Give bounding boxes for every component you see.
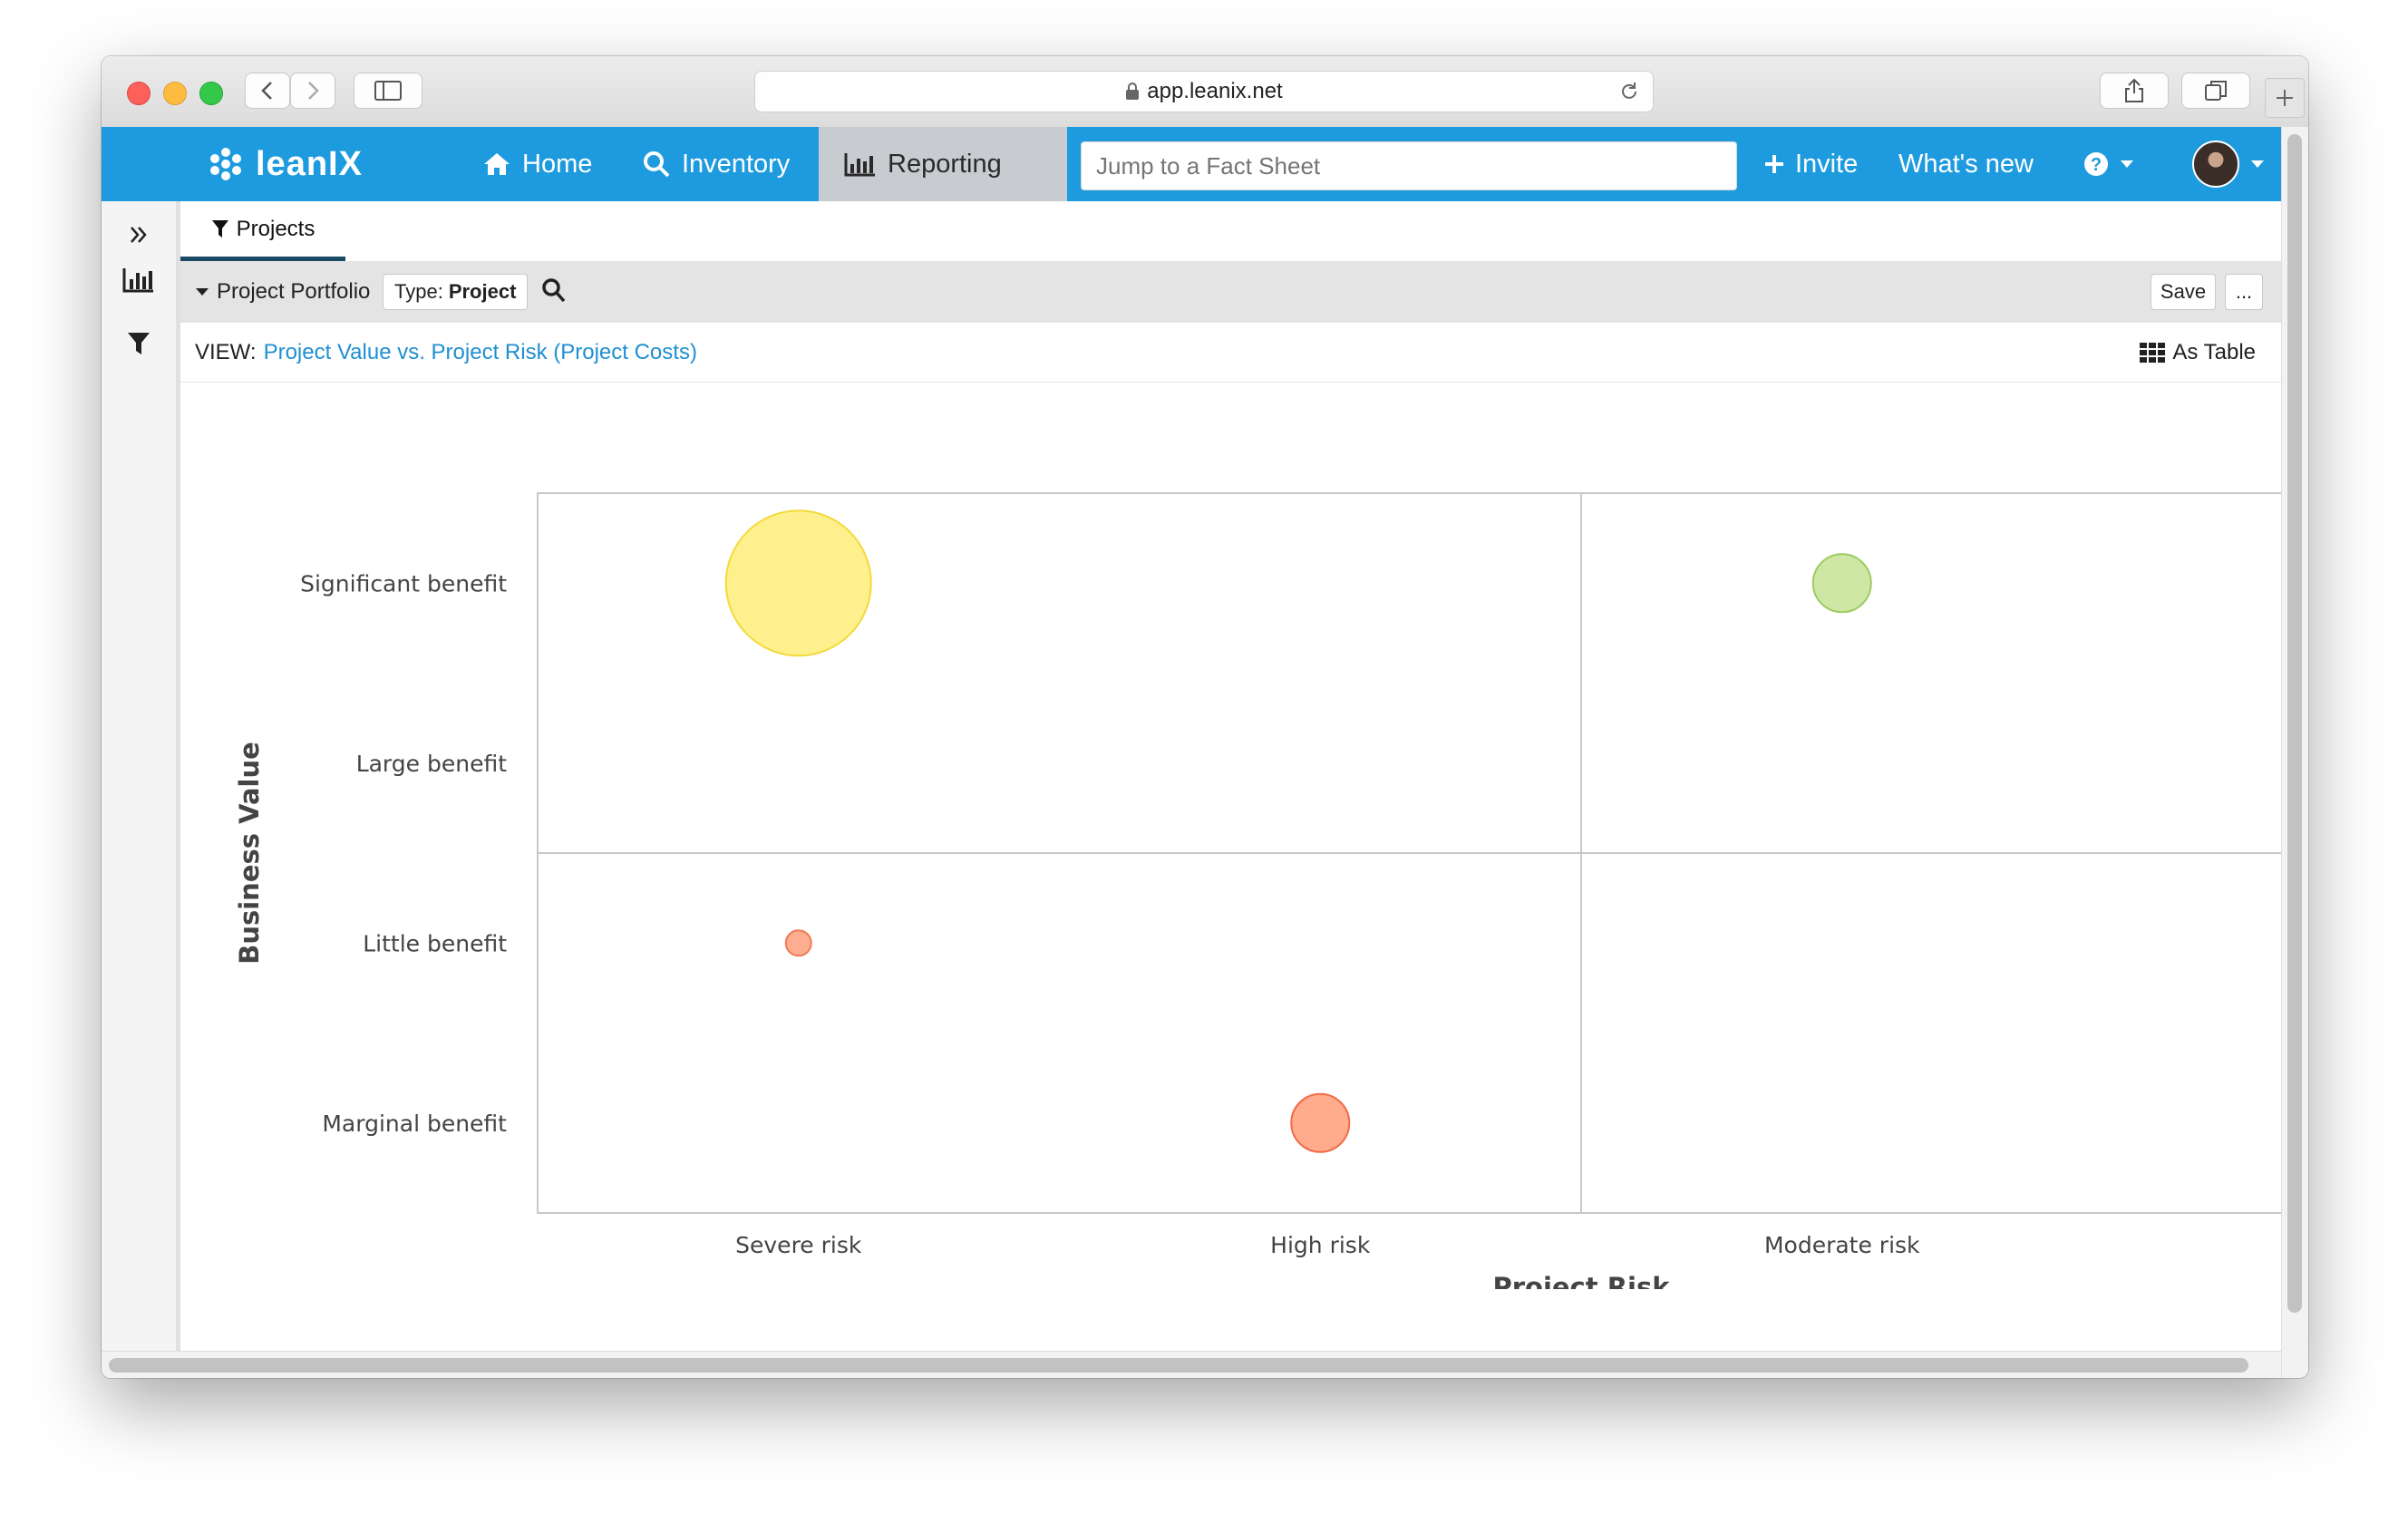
bubble-point[interactable]	[784, 929, 812, 957]
reports-button[interactable]	[121, 263, 156, 297]
nav-reporting-label: Reporting	[888, 149, 1002, 179]
report-toolbar: Project Portfolio Type: Project Save ...	[180, 261, 2281, 323]
y-tick-label: Marginal benefit	[322, 1111, 507, 1137]
horizontal-scrollbar[interactable]	[102, 1351, 2281, 1378]
main-content: Projects Project Portfolio Type: Project…	[180, 201, 2308, 1351]
as-table-button[interactable]: As Table	[2140, 323, 2256, 383]
leanix-logo-icon	[210, 148, 241, 180]
plus-icon	[2277, 90, 2293, 106]
view-title: VIEW: Project Value vs. Project Risk (Pr…	[195, 323, 697, 383]
view-name-link[interactable]: Project Value vs. Project Risk (Project …	[264, 340, 697, 365]
y-tick-label: Large benefit	[356, 751, 508, 777]
close-window-button[interactable]	[127, 82, 150, 105]
fact-sheet-search-input[interactable]	[1081, 141, 1737, 190]
bubble-point[interactable]	[1290, 1092, 1351, 1153]
nav-inventory[interactable]: Inventory	[642, 127, 790, 201]
double-chevron-right-icon	[131, 227, 147, 243]
portfolio-label: Project Portfolio	[217, 279, 371, 304]
help-menu[interactable]: ?	[2083, 127, 2134, 201]
leanix-logo[interactable]: leanIX	[207, 127, 363, 201]
portfolio-chart: Severe riskHigh riskModerate riskLow ris…	[180, 383, 2308, 1303]
bubble-point[interactable]	[1811, 553, 1872, 614]
sidebar-toggle-button[interactable]	[354, 73, 422, 109]
user-menu[interactable]	[2192, 127, 2265, 201]
nav-home[interactable]: Home	[482, 127, 592, 201]
caret-down-icon	[196, 288, 209, 296]
forward-button[interactable]	[290, 73, 335, 109]
bar-chart-icon	[122, 268, 153, 293]
share-button[interactable]	[2100, 73, 2169, 109]
save-label: Save	[2160, 280, 2207, 303]
y-tick-label: Little benefit	[363, 930, 507, 956]
vertical-scrollbar[interactable]	[2281, 127, 2308, 1378]
more-label: ...	[2235, 280, 2253, 303]
logo-text: leanIX	[256, 144, 363, 183]
app-navbar: leanIX Home Inventory Reporting Invite W…	[102, 127, 2281, 201]
invite-label: Invite	[1795, 149, 1859, 179]
nav-home-label: Home	[522, 149, 593, 179]
bar-chart-icon	[844, 153, 875, 177]
lock-icon	[1126, 82, 1140, 100]
x-tick-label: High risk	[1270, 1232, 1371, 1258]
nav-inventory-label: Inventory	[682, 149, 791, 179]
x-axis-title: Project Risk	[1492, 1272, 1670, 1289]
x-tick-label: Severe risk	[735, 1232, 862, 1258]
bubble-point[interactable]	[724, 509, 872, 657]
reload-icon[interactable]	[1618, 81, 1640, 102]
type-value: Project	[448, 280, 517, 303]
type-prefix: Type:	[394, 280, 443, 303]
view-prefix: VIEW:	[195, 340, 257, 364]
left-sidebar	[102, 201, 180, 1351]
chevron-right-icon	[308, 82, 319, 100]
vertical-scroll-thumb[interactable]	[2287, 134, 2302, 1313]
caret-down-icon	[2121, 160, 2133, 168]
back-button[interactable]	[245, 73, 290, 109]
tabs-overview-button[interactable]	[2181, 73, 2250, 109]
whats-new-label: What's new	[1898, 149, 2034, 179]
as-table-label: As Table	[2172, 340, 2256, 364]
zoom-window-button[interactable]	[199, 82, 223, 105]
bubble-chart-svg: Severe riskHigh riskModerate riskLow ris…	[234, 492, 2308, 1303]
address-bar[interactable]: app.leanix.net	[754, 71, 1654, 112]
filter-icon	[128, 333, 150, 354]
y-tick-label: Significant benefit	[300, 570, 507, 597]
url-text: app.leanix.net	[1147, 79, 1283, 103]
filter-icon	[211, 219, 228, 238]
browser-titlebar: app.leanix.net	[102, 56, 2308, 128]
svg-text:?: ?	[2091, 155, 2102, 175]
sidebar-icon	[374, 81, 402, 101]
filter-button[interactable]	[121, 326, 156, 361]
x-tick-label: Moderate risk	[1764, 1232, 1920, 1258]
save-button[interactable]: Save	[2151, 274, 2216, 310]
invite-button[interactable]: Invite	[1764, 127, 1858, 201]
whats-new-link[interactable]: What's new	[1898, 127, 2034, 201]
portfolio-dropdown[interactable]: Project Portfolio	[195, 261, 370, 323]
minimize-window-button[interactable]	[163, 82, 187, 105]
browser-window: app.leanix.net leanIX Home Inventory Rep…	[102, 56, 2308, 1378]
tabs-icon	[2205, 81, 2227, 101]
new-tab-button[interactable]	[2265, 78, 2305, 118]
plus-icon	[1765, 155, 1783, 173]
horizontal-scroll-thumb[interactable]	[109, 1358, 2248, 1373]
expand-sidebar-button[interactable]	[121, 218, 156, 252]
search-toggle-button[interactable]	[541, 277, 567, 309]
share-icon	[2125, 78, 2143, 102]
caret-down-icon	[2251, 160, 2264, 168]
help-icon: ?	[2084, 152, 2108, 176]
search-icon	[542, 278, 566, 303]
nav-reporting[interactable]: Reporting	[819, 127, 1067, 201]
chevron-left-icon	[261, 82, 272, 100]
avatar	[2192, 141, 2239, 188]
grid-icon	[2140, 343, 2166, 363]
type-filter-chip[interactable]: Type: Project	[383, 274, 529, 310]
more-options-button[interactable]: ...	[2225, 274, 2263, 310]
y-axis-title: Business Value	[234, 742, 265, 965]
tab-projects[interactable]: Projects	[180, 201, 345, 261]
home-icon	[484, 153, 510, 175]
view-bar: VIEW: Project Value vs. Project Risk (Pr…	[180, 323, 2281, 383]
search-icon	[644, 151, 670, 178]
tab-projects-label: Projects	[236, 216, 316, 241]
